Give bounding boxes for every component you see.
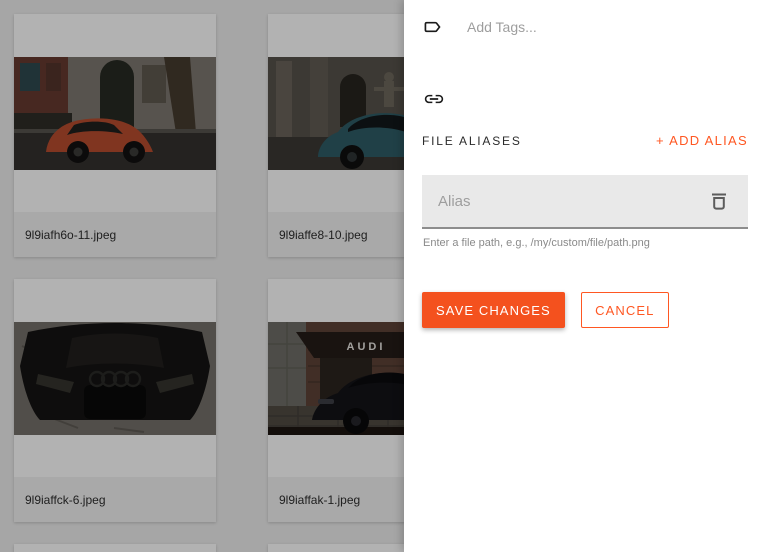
drawer-actions: SAVE CHANGES CANCEL [422, 292, 669, 328]
trash-icon [712, 193, 726, 210]
file-aliases-header: FILE ALIASES + ADD ALIAS [422, 133, 748, 148]
tag-icon [424, 21, 441, 33]
alias-field-row [422, 175, 748, 229]
alias-input[interactable] [422, 192, 708, 210]
link-icon [424, 94, 444, 104]
link-row [424, 92, 444, 111]
app-window: 9l9iafh6o-11.jpeg 9l9iaffe8-10.jpeg 9l9i… [0, 0, 763, 552]
add-tags-input[interactable] [467, 19, 687, 35]
file-edit-drawer: FILE ALIASES + ADD ALIAS Enter a file pa… [404, 0, 763, 552]
add-alias-button[interactable]: + ADD ALIAS [656, 133, 748, 148]
delete-alias-button[interactable] [708, 190, 730, 212]
tags-row [423, 17, 687, 37]
alias-helper-text: Enter a file path, e.g., /my/custom/file… [423, 237, 650, 249]
cancel-button[interactable]: CANCEL [580, 292, 669, 328]
file-aliases-label: FILE ALIASES [422, 133, 522, 148]
save-changes-button[interactable]: SAVE CHANGES [422, 292, 565, 328]
